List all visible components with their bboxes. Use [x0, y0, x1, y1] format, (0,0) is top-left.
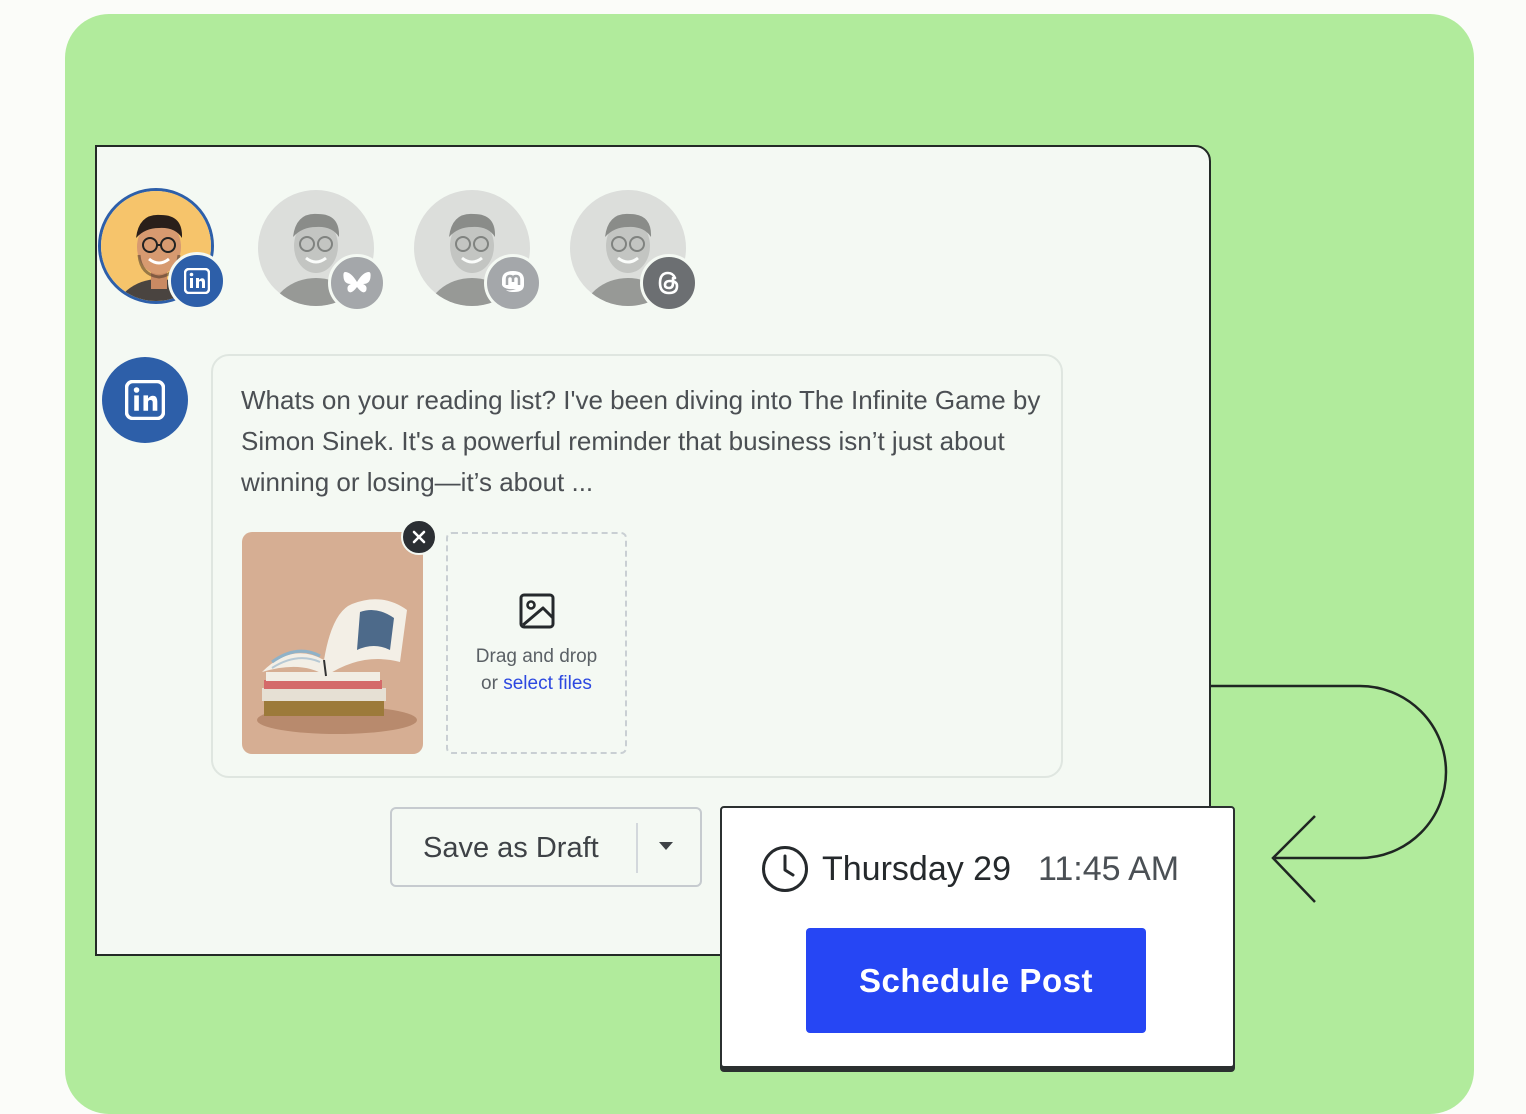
dropzone-instruction: Drag and drop	[475, 646, 598, 667]
save-draft-split-button: Save as Draft	[390, 807, 702, 887]
dropzone-or-text: or	[481, 673, 498, 694]
schedule-date[interactable]: Thursday 29	[822, 850, 1011, 889]
post-text[interactable]: Whats on your reading list? I've been di…	[241, 380, 1041, 503]
linkedin-badge-icon	[168, 252, 226, 310]
select-files-link[interactable]: select files	[503, 673, 592, 694]
file-dropzone[interactable]: Drag and drop or select files	[446, 532, 627, 754]
save-draft-button[interactable]: Save as Draft	[423, 832, 599, 865]
caret-down-icon[interactable]	[658, 841, 674, 851]
schedule-time[interactable]: 11:45 AM	[1038, 850, 1179, 889]
schedule-post-button[interactable]: Schedule Post	[806, 928, 1146, 1033]
close-icon	[412, 530, 426, 544]
avatar-bluesky[interactable]	[258, 190, 386, 312]
dropzone-alt-instruction: or select files	[448, 673, 625, 695]
avatar-threads[interactable]	[570, 190, 698, 312]
post-editor[interactable]: Whats on your reading list? I've been di…	[211, 354, 1063, 778]
remove-attachment-button[interactable]	[401, 519, 437, 555]
linkedin-icon	[102, 357, 188, 443]
split-divider	[636, 823, 638, 873]
threads-badge-icon	[640, 254, 698, 312]
avatar-linkedin[interactable]	[98, 188, 226, 310]
mastodon-badge-icon	[484, 254, 542, 312]
avatar-mastodon[interactable]	[414, 190, 542, 312]
schedule-panel: Thursday 29 11:45 AM Schedule Post	[720, 806, 1235, 1068]
image-icon	[519, 593, 555, 629]
bluesky-badge-icon	[328, 254, 386, 312]
attachment-thumbnail	[242, 532, 423, 754]
clock-icon	[762, 846, 808, 892]
